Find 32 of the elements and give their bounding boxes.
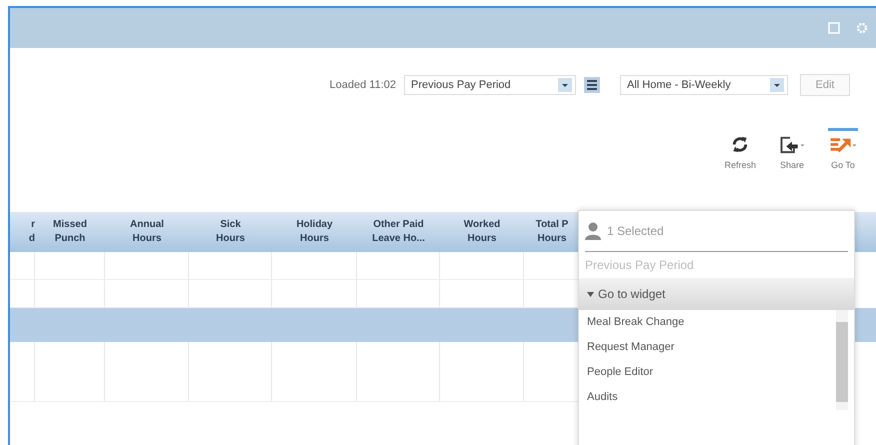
period-select[interactable]: Previous Pay Period	[404, 75, 576, 95]
menu-item[interactable]: Meal Break Change	[579, 310, 836, 335]
share-icon	[778, 134, 806, 155]
scrollbar[interactable]	[836, 310, 848, 410]
column-header: Annual Hours	[129, 218, 165, 246]
column-header: Total P Hours	[534, 218, 570, 246]
dropdown-icon[interactable]	[770, 78, 784, 92]
column-header: Holiday Hours	[295, 218, 334, 246]
loaded-time: Loaded 11:02	[330, 79, 396, 91]
action-button[interactable]: Share	[778, 128, 806, 170]
column-header: Sick Hours	[215, 218, 246, 246]
action-button[interactable]: Refresh	[724, 128, 756, 170]
selection-count: 1 Selected	[607, 224, 664, 238]
menu-item[interactable]: Audits	[579, 385, 836, 410]
table-cell	[10, 252, 35, 280]
table-cell	[35, 252, 105, 280]
schedule-select[interactable]: All Home - Bi-Weekly	[620, 75, 788, 95]
period-label: Previous Pay Period	[584, 257, 695, 274]
caret-icon	[587, 292, 594, 296]
menu-item[interactable]: Request Manager	[579, 335, 836, 360]
column-header: r d	[28, 218, 35, 246]
table-cell	[35, 342, 105, 402]
list-icon[interactable]	[584, 77, 600, 93]
action-button[interactable]: Go To	[828, 128, 858, 170]
section-header[interactable]: Go to widget	[579, 278, 854, 310]
column-header: Worked Hours	[462, 218, 502, 246]
table-cell	[10, 342, 35, 402]
column-header: Other Paid Leave Ho...	[371, 218, 426, 246]
column-header: Missed Punch	[52, 218, 88, 246]
person-icon	[585, 222, 601, 240]
dropdown-icon[interactable]	[558, 78, 572, 92]
menu-item[interactable]: People Editor	[579, 360, 836, 385]
